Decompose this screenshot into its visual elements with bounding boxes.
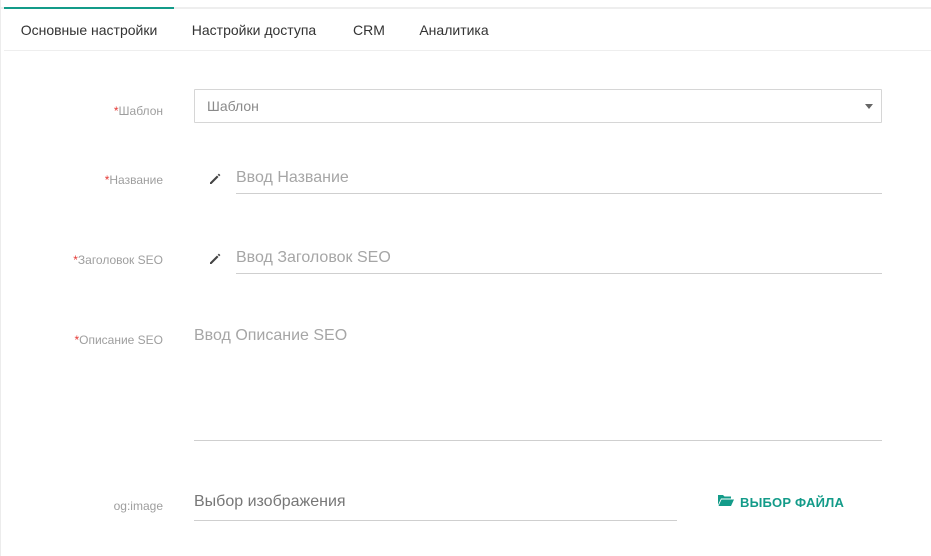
name-placeholder: Ввод Название — [236, 169, 349, 186]
template-select[interactable]: Шаблон — [194, 89, 882, 123]
seo-title-input[interactable]: Ввод Заголовок SEO — [236, 244, 882, 274]
og-image-label: og:image — [114, 499, 163, 513]
name-label: *Название — [105, 173, 163, 187]
tab-access-settings[interactable]: Настройки доступа — [174, 9, 334, 51]
name-input[interactable]: Ввод Название — [236, 164, 882, 194]
template-label: *Шаблон — [114, 104, 163, 118]
template-label-text: Шаблон — [118, 104, 163, 118]
og-image-label-text: og:image — [113, 499, 163, 513]
name-label-text: Название — [109, 173, 163, 187]
tab-analytics[interactable]: Аналитика — [404, 9, 504, 51]
seo-description-label: *Описание SEO — [74, 333, 163, 347]
tab-bar: Основные настройки Настройки доступа CRM… — [4, 7, 931, 51]
template-select-value: Шаблон — [207, 98, 259, 114]
choose-file-button[interactable]: ВЫБОР ФАЙЛА — [717, 492, 844, 512]
choose-file-label: ВЫБОР ФАЙЛА — [740, 494, 845, 510]
seo-title-label: *Заголовок SEO — [73, 253, 163, 267]
og-image-placeholder: Выбор изображения — [194, 493, 346, 510]
tab-crm[interactable]: CRM — [334, 9, 404, 51]
caret-down-icon — [865, 104, 873, 109]
og-image-input[interactable]: Выбор изображения — [194, 488, 677, 521]
seo-description-placeholder: Ввод Описание SEO — [194, 327, 348, 344]
seo-description-label-text: Описание SEO — [79, 333, 163, 347]
pencil-icon — [208, 252, 222, 266]
pencil-icon — [208, 172, 222, 186]
tab-main-settings[interactable]: Основные настройки — [4, 7, 174, 51]
settings-page: Основные настройки Настройки доступа CRM… — [0, 0, 931, 556]
seo-title-placeholder: Ввод Заголовок SEO — [236, 249, 391, 266]
seo-description-textarea[interactable]: Ввод Описание SEO — [194, 322, 882, 441]
folder-open-icon — [717, 493, 735, 512]
seo-title-label-text: Заголовок SEO — [77, 253, 163, 267]
